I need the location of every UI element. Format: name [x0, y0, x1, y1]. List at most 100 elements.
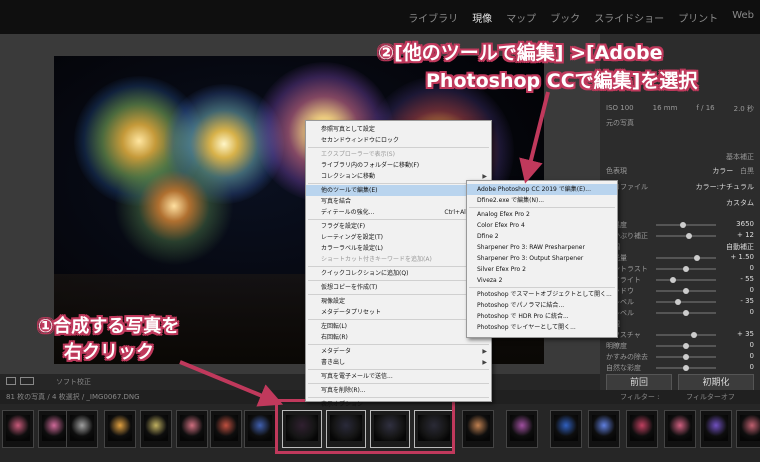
- context-menu-item[interactable]: クイックコレクションに追加(Q): [306, 268, 491, 279]
- context-menu-item[interactable]: 参照写真として設定: [306, 124, 491, 135]
- profile-select[interactable]: カラー:ナチュラル: [696, 182, 754, 192]
- basic-header[interactable]: 基本補正: [606, 152, 754, 162]
- filmstrip-thumbnail[interactable]: [550, 410, 582, 448]
- context-menu-item[interactable]: カラーラベルを設定(L)▶: [306, 243, 491, 254]
- adjust-slider[interactable]: [656, 288, 716, 294]
- filmstrip-thumbnail[interactable]: [626, 410, 658, 448]
- submenu-item[interactable]: Photoshop でレイヤーとして開く...: [467, 322, 617, 333]
- submenu-item[interactable]: Photoshop で HDR Pro に統合...: [467, 311, 617, 322]
- context-menu-item[interactable]: 右回転(R): [306, 332, 491, 343]
- slider-knob[interactable]: [683, 343, 689, 349]
- color-option[interactable]: カラー: [712, 167, 733, 175]
- context-menu-item[interactable]: レーティングを設定(T)▶: [306, 232, 491, 243]
- filmstrip-thumbnail[interactable]: [140, 410, 172, 448]
- submenu-item[interactable]: Photoshop でパノラマに結合...: [467, 300, 617, 311]
- adjust-value[interactable]: 0: [750, 363, 754, 373]
- adjust-value[interactable]: + 12: [737, 231, 754, 241]
- adjust-value[interactable]: 0: [750, 341, 754, 351]
- slider-knob[interactable]: [683, 266, 689, 272]
- submenu-item[interactable]: Adobe Photoshop CC 2019 で編集(E)...: [467, 184, 617, 195]
- filmstrip-thumbnail[interactable]: [2, 410, 34, 448]
- context-menu-item[interactable]: 写真を結合▶: [306, 196, 491, 207]
- submenu-item[interactable]: Dfine 2: [467, 231, 617, 242]
- module-tab[interactable]: ブック: [550, 10, 580, 25]
- context-menu-item[interactable]: フラグを設定(F)▶: [306, 221, 491, 232]
- submenu-item[interactable]: Sharpener Pro 3: Output Sharpener: [467, 253, 617, 264]
- slider-knob[interactable]: [685, 233, 692, 239]
- submenu-item[interactable]: Photoshop でスマートオブジェクトとして開く...: [467, 289, 617, 300]
- adjust-value[interactable]: - 55: [740, 275, 754, 285]
- filter-select[interactable]: フィルターオフ: [686, 392, 735, 402]
- context-menu-item[interactable]: 表示オプション: [306, 399, 491, 410]
- module-tab[interactable]: ライブラリ: [408, 10, 458, 25]
- module-tab[interactable]: スライドショー: [594, 10, 664, 25]
- context-menu-item[interactable]: 写真を削除(R)...: [306, 385, 491, 396]
- wb-select[interactable]: カスタム: [726, 198, 754, 208]
- filmstrip-thumbnail[interactable]: [210, 410, 242, 448]
- filmstrip-thumbnail[interactable]: [462, 410, 494, 448]
- filmstrip-thumbnail[interactable]: [176, 410, 208, 448]
- adjust-value[interactable]: - 35: [740, 297, 754, 307]
- adjust-slider[interactable]: [656, 266, 716, 272]
- context-menu-item[interactable]: 仮想コピーを作成(T): [306, 282, 491, 293]
- slider-knob[interactable]: [683, 365, 689, 371]
- submenu-item[interactable]: Silver Efex Pro 2: [467, 264, 617, 275]
- filmstrip-thumbnail[interactable]: [244, 410, 276, 448]
- slider-knob[interactable]: [669, 277, 676, 283]
- adjust-slider[interactable]: [656, 365, 716, 371]
- adjust-value[interactable]: + 1.50: [730, 253, 754, 263]
- adjust-slider[interactable]: [656, 277, 716, 283]
- bw-option[interactable]: 白黒: [740, 167, 754, 175]
- adjust-slider[interactable]: [656, 354, 716, 360]
- context-menu-item[interactable]: 現像設定▶: [306, 296, 491, 307]
- context-menu-item[interactable]: メタデータ ▶: [306, 346, 491, 357]
- adjust-slider[interactable]: [656, 255, 716, 261]
- adjust-slider[interactable]: [656, 310, 716, 316]
- adjust-value[interactable]: 自動補正: [726, 242, 754, 252]
- adjust-value[interactable]: 3650: [736, 220, 754, 230]
- filmstrip-thumbnail[interactable]: [588, 410, 620, 448]
- module-tab[interactable]: Web: [732, 10, 754, 25]
- adjust-slider[interactable]: [656, 343, 716, 349]
- context-menu-item[interactable]: 写真を電子メールで送信...: [306, 371, 491, 382]
- filmstrip-thumbnail[interactable]: [700, 410, 732, 448]
- adjust-slider[interactable]: [656, 299, 716, 305]
- module-tab[interactable]: マップ: [506, 10, 536, 25]
- adjust-slider[interactable]: [656, 332, 716, 338]
- adjust-value[interactable]: 0: [750, 352, 754, 362]
- context-menu-item[interactable]: ディテールの強化... Ctrl+Alt+I: [306, 207, 491, 218]
- module-tab[interactable]: プリント: [678, 10, 718, 25]
- context-menu-item[interactable]: 他のツールで編集(E)▶: [306, 185, 491, 196]
- module-tab[interactable]: 現像: [472, 10, 492, 25]
- submenu-item[interactable]: Analog Efex Pro 2: [467, 209, 617, 220]
- filmstrip-thumbnail[interactable]: [104, 410, 136, 448]
- adjust-value[interactable]: 0: [750, 286, 754, 296]
- compare-view-icon[interactable]: [20, 377, 34, 385]
- submenu-item[interactable]: Dfine2.exe で編集(N)...: [467, 195, 617, 206]
- context-menu-item[interactable]: コレクションに移動 ▶: [306, 171, 491, 182]
- adjust-value[interactable]: 0: [750, 308, 754, 318]
- filmstrip-thumbnail[interactable]: [66, 410, 98, 448]
- slider-knob[interactable]: [683, 310, 689, 316]
- context-menu-item[interactable]: メタデータプリセット▶: [306, 307, 491, 318]
- context-menu-item[interactable]: 左回転(L): [306, 321, 491, 332]
- filmstrip-thumbnail[interactable]: [506, 410, 538, 448]
- adjust-value[interactable]: + 35: [737, 330, 754, 340]
- slider-knob[interactable]: [693, 255, 700, 261]
- adjust-slider[interactable]: [656, 233, 716, 239]
- adjust-slider[interactable]: [656, 222, 716, 228]
- context-menu-item[interactable]: セカンドウィンドウにロック: [306, 135, 491, 146]
- submenu-item[interactable]: Color Efex Pro 4: [467, 220, 617, 231]
- slider-knob[interactable]: [683, 354, 689, 360]
- softproof-toggle[interactable]: ソフト校正: [56, 377, 91, 387]
- submenu-item[interactable]: Viveza 2: [467, 275, 617, 286]
- submenu-item[interactable]: Sharpener Pro 3: RAW Presharpener: [467, 242, 617, 253]
- context-menu-item[interactable]: 書き出し ▶: [306, 357, 491, 368]
- slider-knob[interactable]: [683, 288, 689, 294]
- filmstrip-source-info[interactable]: 81 枚の写真 / 4 枚選択 / _IMG0067.DNG: [6, 392, 140, 402]
- adjust-value[interactable]: 0: [750, 264, 754, 274]
- filmstrip-thumbnail[interactable]: [736, 410, 760, 448]
- filmstrip-thumbnail[interactable]: [664, 410, 696, 448]
- slider-knob[interactable]: [674, 299, 681, 305]
- context-menu-item[interactable]: ライブラリ内のフォルダーに移動(F): [306, 160, 491, 171]
